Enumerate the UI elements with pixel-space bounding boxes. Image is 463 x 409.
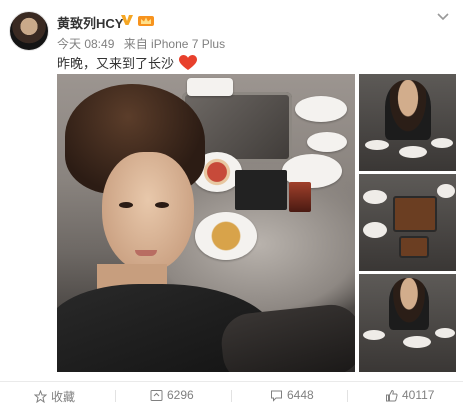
footer-divider [0,381,463,382]
plate [399,146,427,158]
star-icon [34,390,47,403]
username-link[interactable]: 黄致列HCY [57,13,123,32]
dish [399,236,429,258]
plate [187,78,233,96]
plate [307,132,347,152]
post-text-content: 昨晚，又来到了长沙 [57,56,175,71]
weibo-post-card: 黄致列HCY 今天 08:49 来自 iPhone 7 Plus 昨晚，又来到了… [0,0,463,409]
verified-icon[interactable] [120,13,134,27]
like-count: 40117 [402,388,435,402]
thumbs-up-icon [386,389,398,401]
plate [365,140,389,150]
eye [155,202,169,208]
napkin-box [235,170,287,210]
avatar[interactable] [9,11,49,51]
thumbnail-photo[interactable] [359,274,456,372]
plate [363,190,387,204]
divider [347,390,348,402]
heart-icon [178,55,197,70]
post-source: 来自 iPhone 7 Plus [123,37,226,51]
favorite-button[interactable]: 收藏 [34,388,75,405]
repost-count: 6296 [167,388,194,402]
divider [115,390,116,402]
mouth [135,250,157,256]
divider [231,390,232,402]
plate [363,222,387,238]
plate [363,330,385,340]
plate [435,328,455,338]
plate [403,336,431,348]
comment-icon [271,390,282,402]
favorite-label: 收藏 [51,390,76,404]
post-text: 昨晚，又来到了长沙 [57,53,197,72]
plate [195,212,257,260]
plate [431,138,453,148]
like-button[interactable]: 40117 [385,388,434,402]
thumbnail-photo[interactable] [359,174,456,271]
chevron-down-icon[interactable] [436,12,450,22]
thumbnail-photo[interactable] [359,74,456,171]
person [389,278,429,330]
plate [295,96,347,122]
comment-button[interactable]: 6448 [270,388,314,402]
dish [393,196,437,232]
main-photo[interactable] [57,74,355,372]
post-time[interactable]: 今天 08:49 [57,37,114,51]
eye [119,202,133,208]
plate [437,184,455,198]
repost-button[interactable]: 6296 [150,388,194,402]
vip-crown-icon[interactable] [138,13,154,27]
comment-count: 6448 [287,388,314,402]
post-meta: 今天 08:49 来自 iPhone 7 Plus [57,35,225,52]
repost-icon [150,389,163,401]
drink-cup [289,182,311,212]
person [385,80,431,140]
